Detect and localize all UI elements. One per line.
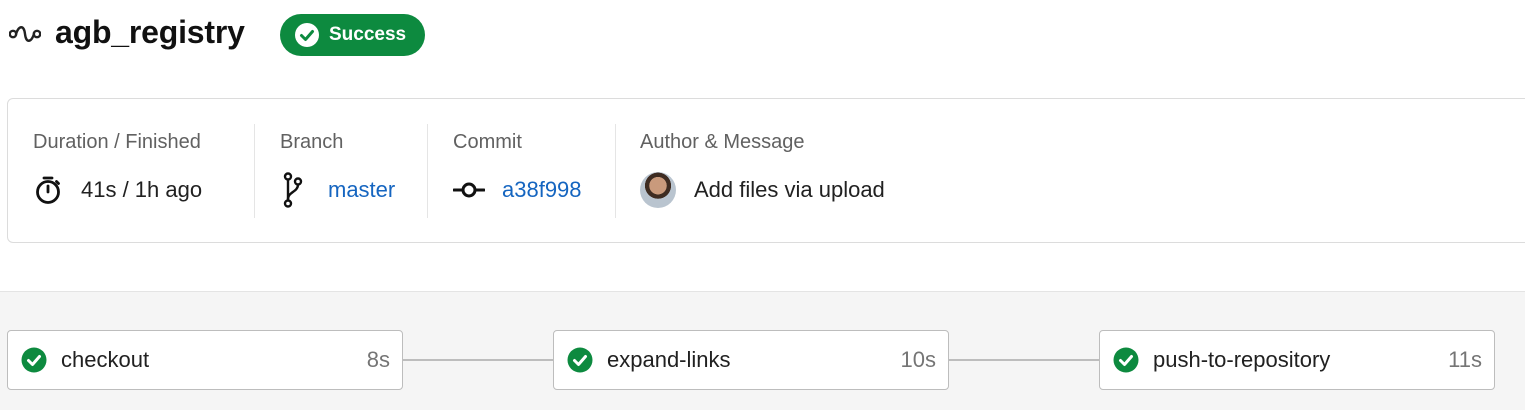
stage-name: checkout (61, 347, 150, 372)
check-circle-icon (567, 347, 593, 373)
commit-value-row: a38f998 (453, 175, 582, 205)
divider (427, 124, 428, 218)
commit-message: Add files via upload (694, 177, 885, 202)
stage-expand-links[interactable]: expand-links 10s (553, 330, 949, 390)
divider (615, 124, 616, 218)
build-info-card: Duration / Finished 41s / 1h ago Branch … (7, 98, 1525, 243)
duration-label: Duration / Finished (33, 131, 201, 153)
branch-value-row: master (280, 172, 395, 208)
commit-link[interactable]: a38f998 (502, 177, 582, 203)
check-circle-icon (295, 23, 319, 47)
page-title: agb_registry (55, 14, 245, 50)
stage-push-to-repository[interactable]: push-to-repository 11s (1099, 330, 1495, 390)
stage-name: expand-links (607, 347, 731, 372)
status-badge: Success (280, 14, 425, 56)
stage-name: push-to-repository (1153, 347, 1331, 372)
repo-icon (9, 26, 41, 42)
stage-connector (402, 359, 554, 361)
branch-link[interactable]: master (328, 177, 395, 203)
avatar (640, 172, 676, 208)
divider (254, 124, 255, 218)
commit-label: Commit (453, 131, 522, 153)
pipeline-header: agb_registry Success (0, 0, 1525, 80)
stage-duration: 11s (1448, 347, 1482, 372)
branch-icon (283, 172, 303, 208)
stage-duration: 8s (366, 347, 390, 372)
commit-icon (453, 182, 485, 198)
stage-connector (948, 359, 1100, 361)
pipeline-graph: checkout 8s expand-links 10s push-to-rep… (0, 291, 1525, 410)
branch-label: Branch (280, 131, 344, 153)
author-label: Author & Message (640, 131, 805, 153)
check-circle-icon (1113, 347, 1139, 373)
duration-value: 41s / 1h ago (81, 177, 203, 202)
status-label: Success (329, 24, 407, 45)
duration-value-row: 41s / 1h ago (33, 175, 202, 205)
stage-checkout[interactable]: checkout 8s (7, 330, 403, 390)
stopwatch-icon (36, 176, 60, 204)
check-circle-icon (21, 347, 47, 373)
author-value-row: Add files via upload (640, 172, 885, 208)
stage-duration: 10s (900, 347, 936, 372)
